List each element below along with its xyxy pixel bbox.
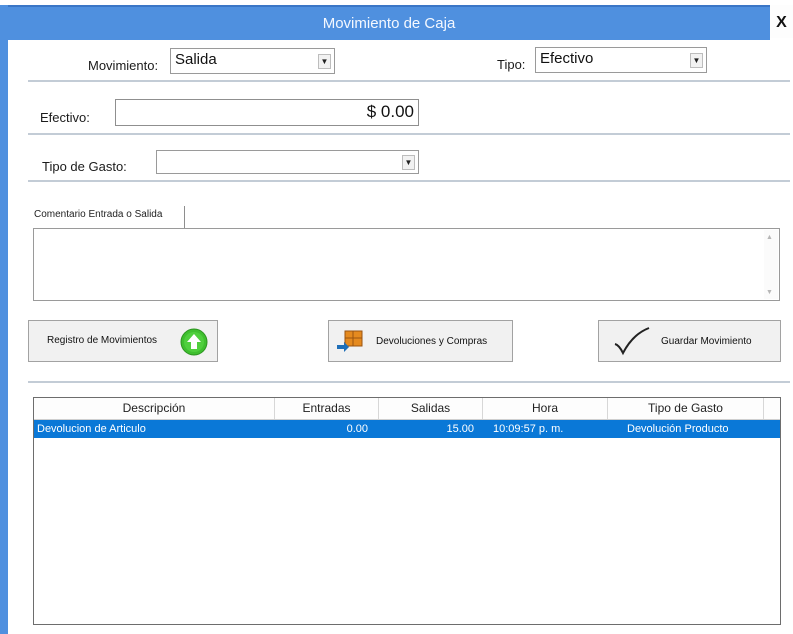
separator (28, 133, 790, 135)
scroll-up-icon[interactable]: ▲ (766, 234, 773, 241)
box-returns-icon (337, 330, 363, 352)
scroll-down-icon[interactable]: ▼ (766, 289, 773, 296)
tipo-value: Efectivo (540, 50, 594, 67)
tipo-gasto-select[interactable]: ▼ (156, 150, 419, 174)
cell-tipo-gasto: Devolución Producto (627, 423, 729, 435)
cell-descripcion: Devolucion de Articulo (37, 423, 146, 435)
column-header[interactable]: Entradas (275, 398, 379, 419)
column-header[interactable]: Salidas (379, 398, 483, 419)
separator (28, 381, 790, 383)
table-row[interactable]: Devolucion de Articulo 0.00 15.00 10:09:… (34, 420, 780, 438)
separator (28, 180, 790, 182)
dropdown-arrow-icon[interactable]: ▼ (318, 54, 331, 69)
column-header[interactable]: Hora (483, 398, 608, 419)
tipo-gasto-label: Tipo de Gasto: (42, 159, 127, 174)
tab-comentario[interactable]: Comentario Entrada o Salida (31, 206, 185, 228)
window-border (0, 5, 8, 634)
devoluciones-compras-button[interactable]: Devoluciones y Compras (328, 320, 513, 362)
title-bar[interactable]: Movimiento de Caja (8, 5, 770, 40)
efectivo-label: Efectivo: (40, 110, 90, 125)
guardar-movimiento-button[interactable]: Guardar Movimiento (598, 320, 781, 362)
separator (28, 80, 790, 82)
movimiento-select[interactable]: Salida ▼ (170, 48, 335, 74)
tipo-select[interactable]: Efectivo ▼ (535, 47, 707, 73)
cell-salidas: 15.00 (446, 423, 474, 435)
dropdown-arrow-icon[interactable]: ▼ (690, 53, 703, 68)
guardar-button-label: Guardar Movimiento (661, 336, 752, 347)
movimiento-caja-window: Movimiento de Caja X Movimiento: Salida … (0, 0, 793, 634)
comentario-textarea[interactable]: ▲ ▼ (33, 228, 780, 301)
table-header: Descripción Entradas Salidas Hora Tipo d… (34, 398, 780, 420)
registro-button-label: Registro de Movimientos (47, 335, 158, 346)
movimiento-label: Movimiento: (88, 58, 159, 73)
efectivo-value: $ 0.00 (366, 102, 414, 121)
up-arrow-circle-icon (180, 328, 208, 356)
window-title: Movimiento de Caja (322, 15, 456, 32)
devoluciones-button-label: Devoluciones y Compras (376, 336, 488, 347)
dropdown-arrow-icon[interactable]: ▼ (402, 155, 415, 170)
registro-movimientos-button[interactable]: Registro de Movimientos (28, 320, 218, 362)
movimiento-value: Salida (175, 51, 217, 68)
close-icon[interactable]: X (770, 5, 793, 38)
efectivo-input[interactable]: $ 0.00 (115, 99, 419, 126)
column-header[interactable]: Tipo de Gasto (608, 398, 764, 419)
scrollbar[interactable]: ▲ ▼ (764, 230, 778, 299)
tipo-label: Tipo: (497, 57, 526, 72)
cell-entradas: 0.00 (346, 423, 368, 435)
cell-hora: 10:09:57 p. m. (493, 423, 564, 435)
column-header[interactable]: Descripción (34, 398, 275, 419)
movimientos-table[interactable]: Descripción Entradas Salidas Hora Tipo d… (33, 397, 781, 625)
checkmark-icon (614, 327, 650, 356)
